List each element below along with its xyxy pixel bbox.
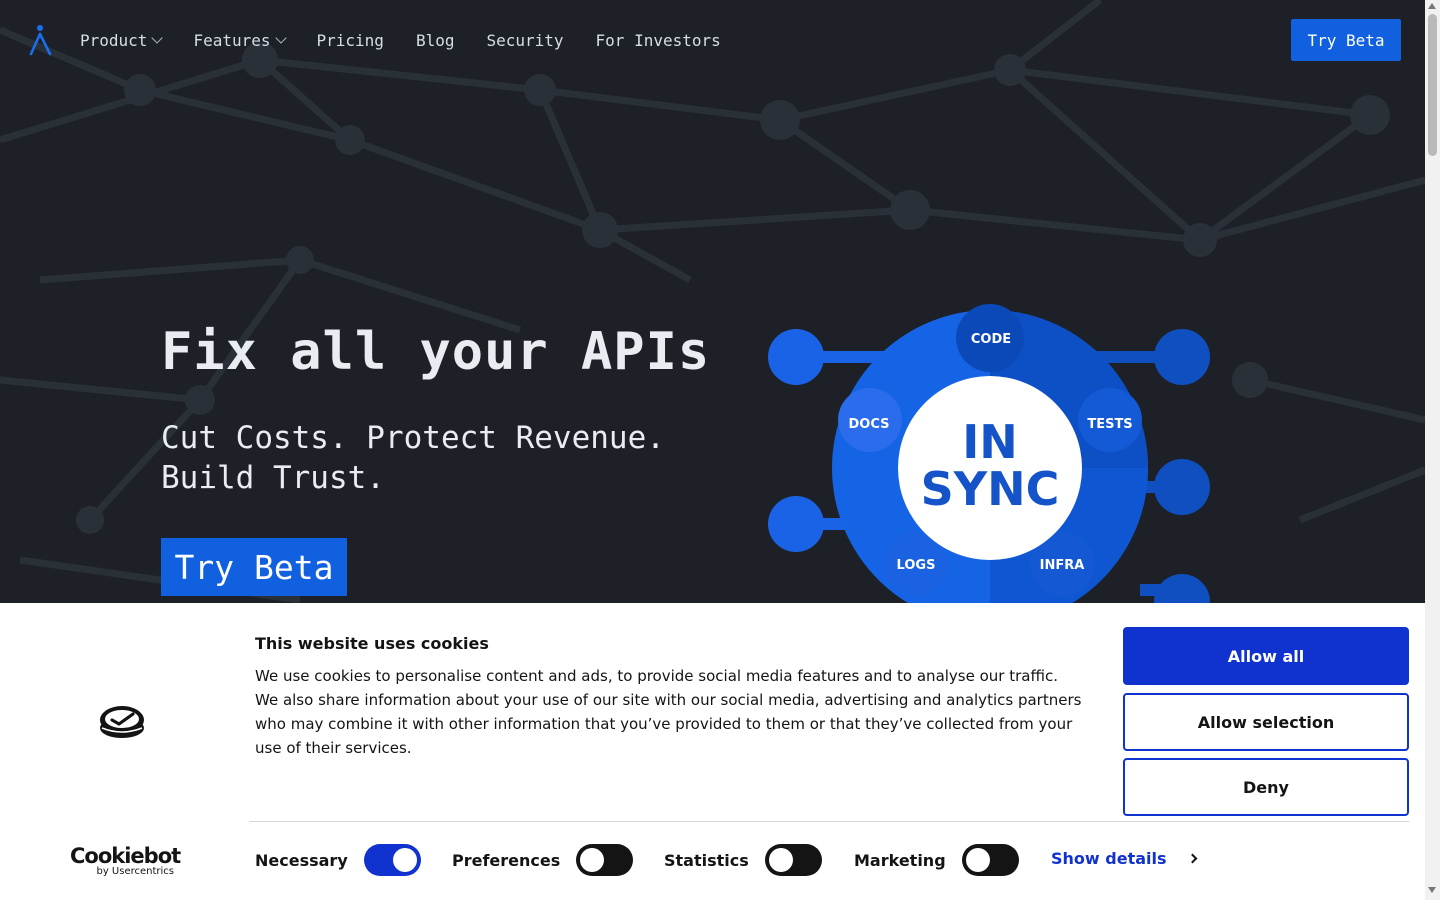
hero-section: Product Features Pricing Blog Security F…	[0, 0, 1425, 603]
nav-item-product[interactable]: Product	[80, 29, 164, 51]
nav-item-label: Product	[80, 30, 148, 50]
node-left-bottom	[768, 496, 824, 552]
show-details-label: Show details	[1051, 849, 1167, 868]
chevron-down-icon	[151, 31, 164, 44]
nav-item-label: Blog	[415, 30, 455, 50]
nav-item-pricing[interactable]: Pricing	[317, 29, 384, 51]
nav-item-features[interactable]: Features	[193, 29, 287, 51]
toggle-knob	[580, 848, 605, 872]
chevron-right-icon	[1187, 853, 1197, 864]
node-right-middle	[1154, 459, 1210, 515]
nav-item-label: Security	[486, 30, 564, 50]
cookie-divider	[249, 821, 1409, 822]
preferences-toggle[interactable]	[576, 844, 634, 876]
node-right-bottom	[1154, 574, 1210, 603]
in-sync-diagram: IN SYNC CODE TESTS INFRA LOGS DOCS	[760, 300, 1240, 603]
nav-item-label: Features	[193, 30, 271, 50]
hero-try-beta-button[interactable]: Try Beta	[161, 538, 347, 596]
toggle-knob	[965, 848, 990, 872]
toggle-knob	[768, 848, 793, 872]
diagram-segment-docs: DOCS	[849, 417, 890, 432]
deny-button[interactable]: Deny	[1123, 758, 1409, 816]
diagram-center-line-2: SYNC	[921, 462, 1060, 516]
show-details-link[interactable]: Show details	[1051, 849, 1197, 868]
consent-toggle-necessary: Necessary	[255, 843, 421, 877]
scroll-down-arrow-icon[interactable]	[1428, 887, 1436, 893]
diagram-center-line-1: IN	[962, 415, 1018, 469]
statistics-toggle[interactable]	[764, 844, 822, 876]
consent-toggle-statistics: Statistics	[664, 843, 822, 877]
nav-item-security[interactable]: Security	[486, 29, 563, 51]
allow-all-button[interactable]: Allow all	[1123, 627, 1409, 685]
toggle-label: Statistics	[664, 850, 749, 870]
marketing-toggle[interactable]	[961, 844, 1019, 876]
cookiebot-brand: Cookiebot by Usercentrics	[70, 844, 181, 877]
allow-selection-button[interactable]: Allow selection	[1123, 693, 1409, 751]
toggle-label: Marketing	[854, 850, 946, 870]
nav-try-beta-button[interactable]: Try Beta	[1291, 19, 1401, 61]
scroll-up-arrow-icon[interactable]	[1428, 3, 1436, 9]
toggle-label: Preferences	[452, 850, 561, 870]
cookiebot-wordmark: Cookiebot	[70, 844, 181, 868]
node-right-top	[1154, 329, 1210, 385]
diagram-segment-code: CODE	[971, 332, 1011, 347]
page-scrollbar[interactable]	[1425, 0, 1440, 900]
hero-subtitle: Cut Costs. Protect Revenue. Build Trust.	[161, 420, 665, 496]
node-left-top	[768, 329, 824, 385]
toggle-label: Necessary	[255, 850, 348, 870]
nav-item-label: Pricing	[316, 30, 384, 50]
hero-title: Fix all your APIs	[161, 322, 711, 382]
chevron-down-icon	[274, 31, 287, 44]
diagram-segment-infra: INFRA	[1040, 558, 1085, 573]
toggle-knob	[392, 848, 417, 872]
top-navigation: Product Features Pricing Blog Security F…	[0, 0, 1425, 80]
necessary-toggle[interactable]	[363, 844, 421, 876]
cookiebot-logo-icon	[100, 706, 144, 738]
consent-toggle-preferences: Preferences	[452, 843, 634, 877]
cookie-description: We use cookies to personalise content an…	[255, 667, 1082, 757]
scrollbar-thumb[interactable]	[1428, 14, 1437, 156]
consent-toggle-marketing: Marketing	[854, 843, 1019, 877]
brand-logo-icon[interactable]	[28, 24, 54, 56]
diagram-segment-logs: LOGS	[897, 558, 936, 573]
nav-item-for-investors[interactable]: For Investors	[596, 29, 721, 51]
nav-item-blog[interactable]: Blog	[416, 29, 455, 51]
diagram-segment-tests: TESTS	[1087, 417, 1132, 432]
nav-item-label: For Investors	[595, 30, 721, 50]
cookie-title: This website uses cookies	[255, 634, 489, 653]
nav-menu: Product Features Pricing Blog Security F…	[80, 29, 753, 51]
